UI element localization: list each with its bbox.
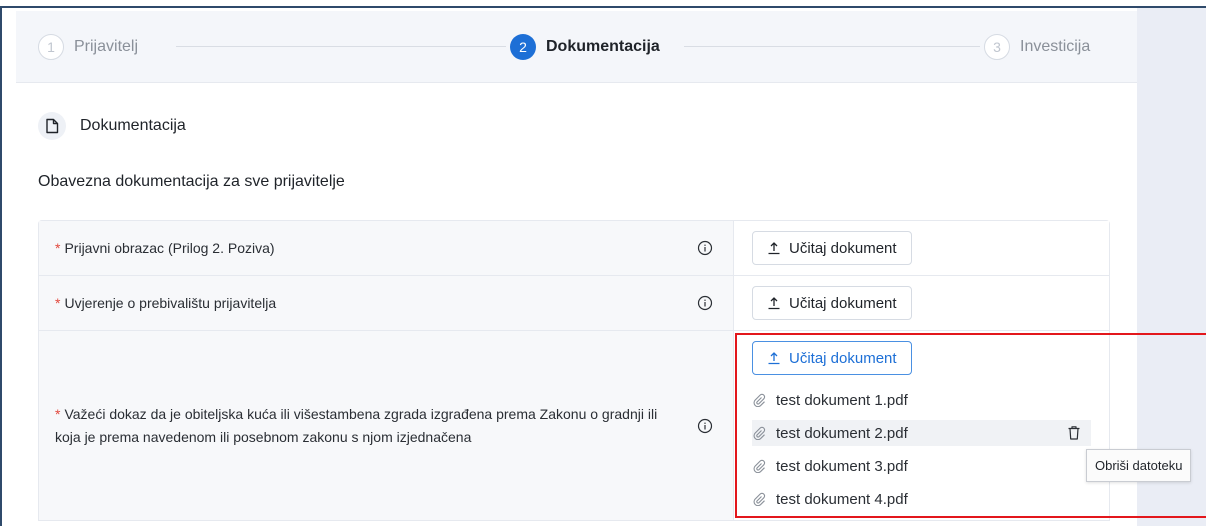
table-row: * Uvjerenje o prebivalištu prijavitelja …	[39, 276, 1109, 331]
step-dokumentacija[interactable]: 2 Dokumentacija	[510, 34, 660, 60]
upload-cell: Učitaj dokument test dokument 1.pdf test…	[734, 331, 1109, 520]
attached-file[interactable]: test dokument 2.pdf	[752, 420, 1091, 446]
step-connector	[176, 46, 506, 47]
document-label: * Uvjerenje o prebivalištu prijavitelja	[39, 276, 734, 330]
table-row: * Prijavni obrazac (Prilog 2. Poziva) Uč…	[39, 221, 1109, 276]
step-number: 1	[38, 34, 64, 60]
upload-cell: Učitaj dokument	[734, 221, 1109, 275]
document-label: * Prijavni obrazac (Prilog 2. Poziva)	[39, 221, 734, 275]
file-name: test dokument 2.pdf	[776, 424, 908, 442]
document-label: * Važeći dokaz da je obiteljska kuća ili …	[39, 331, 734, 520]
attached-file[interactable]: test dokument 1.pdf	[752, 387, 1091, 413]
document-icon	[38, 112, 66, 140]
paperclip-icon	[753, 492, 766, 506]
step-label: Dokumentacija	[546, 38, 660, 55]
step-investicija[interactable]: 3 Investicija	[984, 34, 1090, 60]
info-icon[interactable]	[697, 295, 713, 311]
documents-table: * Prijavni obrazac (Prilog 2. Poziva) Uč…	[38, 220, 1110, 521]
mandatory-docs-heading: Obavezna dokumentacija za sve prijavitel…	[38, 173, 345, 190]
file-name: test dokument 3.pdf	[776, 457, 908, 475]
step-label: Prijavitelj	[74, 38, 139, 55]
info-icon[interactable]	[697, 418, 713, 434]
step-connector	[684, 46, 980, 47]
document-name: Važeći dokaz da je obiteljska kuća ili v…	[55, 405, 658, 445]
upload-document-button[interactable]: Učitaj dokument	[752, 286, 912, 320]
info-icon[interactable]	[697, 240, 713, 256]
upload-label: Učitaj dokument	[789, 349, 897, 367]
document-name: Prijavni obrazac (Prilog 2. Poziva)	[64, 239, 275, 256]
upload-icon	[768, 242, 780, 255]
paperclip-icon	[753, 393, 766, 407]
wizard-stepper: 1 Prijavitelj 2 Dokumentacija 3 Investic…	[16, 11, 1137, 83]
file-name: test dokument 4.pdf	[776, 490, 908, 508]
step-number: 2	[510, 34, 536, 60]
upload-document-button[interactable]: Učitaj dokument	[752, 231, 912, 265]
upload-label: Učitaj dokument	[789, 294, 897, 312]
document-name-wrap: * Važeći dokaz da je obiteljska kuća ili …	[55, 403, 673, 449]
required-marker: *	[55, 239, 61, 256]
required-marker: *	[55, 294, 61, 311]
document-name: Uvjerenje o prebivalištu prijavitelja	[64, 294, 277, 311]
upload-icon	[768, 352, 780, 365]
step-label: Investicija	[1020, 38, 1091, 55]
upload-cell: Učitaj dokument	[734, 276, 1109, 330]
paperclip-icon	[753, 459, 766, 473]
upload-document-button[interactable]: Učitaj dokument	[752, 341, 912, 375]
section-header: Dokumentacija	[38, 112, 186, 140]
step-number: 3	[984, 34, 1010, 60]
section-title: Dokumentacija	[80, 117, 186, 134]
step-prijavitelj[interactable]: 1 Prijavitelj	[38, 34, 138, 60]
upload-label: Učitaj dokument	[789, 239, 897, 257]
frame-left-border	[0, 8, 2, 526]
table-row: * Važeći dokaz da je obiteljska kuća ili …	[39, 331, 1109, 521]
delete-file-tooltip: Obriši datoteku	[1086, 449, 1192, 482]
attached-file[interactable]: test dokument 3.pdf	[752, 453, 1091, 479]
attached-file[interactable]: test dokument 4.pdf	[752, 486, 1091, 512]
upload-icon	[768, 297, 780, 310]
trash-icon[interactable]	[1067, 425, 1081, 441]
file-name: test dokument 1.pdf	[776, 391, 908, 409]
paperclip-icon	[753, 426, 766, 440]
top-clipped-strip	[0, 0, 1206, 8]
required-marker: *	[55, 405, 61, 422]
